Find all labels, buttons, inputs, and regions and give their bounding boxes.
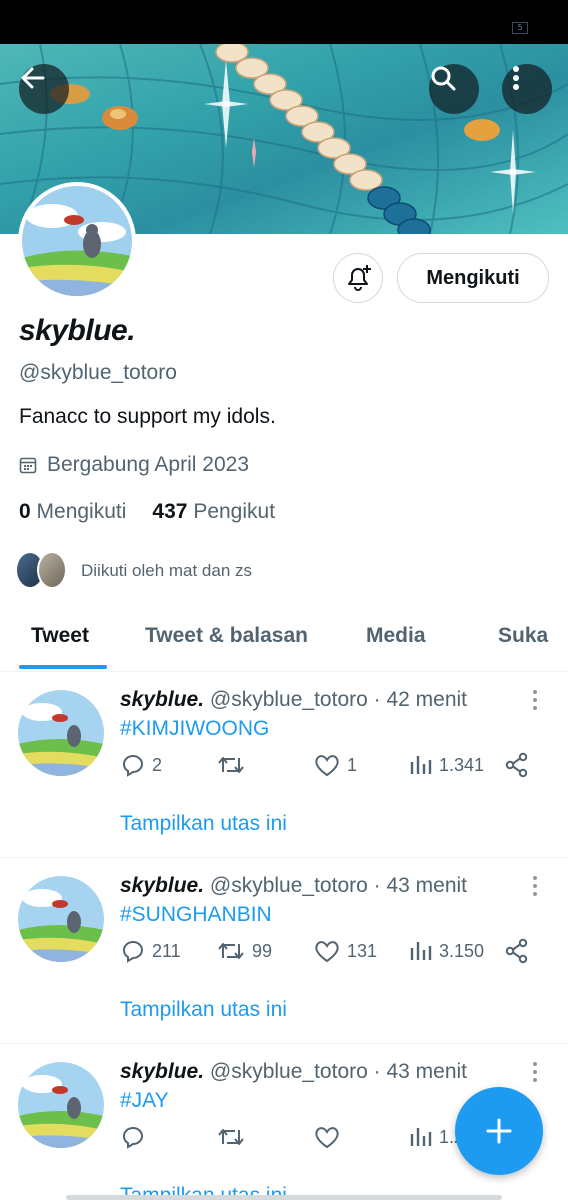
reply-count: 2 xyxy=(152,754,163,775)
follow-counts: 0 Mengikuti 437 Pengikut xyxy=(19,500,275,524)
following-label: Mengikuti xyxy=(36,500,127,523)
like-count: 1 xyxy=(347,754,358,775)
following-link[interactable]: 0 Mengikuti xyxy=(19,500,126,524)
views-icon xyxy=(410,756,432,774)
reply-button[interactable]: 2 xyxy=(120,752,162,778)
tweet-hashtag[interactable]: #KIMJIWOONG xyxy=(120,717,269,741)
retweet-icon xyxy=(218,943,244,959)
reply-icon xyxy=(123,1127,143,1149)
views-button[interactable]: 3.150 xyxy=(409,938,484,964)
followers-link[interactable]: 437 Pengikut xyxy=(152,500,275,524)
tweet-meta: @skyblue_totoro · 43 menit xyxy=(209,874,467,897)
views-icon xyxy=(410,942,432,960)
notify-button[interactable] xyxy=(333,253,383,303)
show-thread-link[interactable]: Tampilkan utas ini xyxy=(120,812,287,836)
followed-by-text: Diikuti oleh mat dan zs xyxy=(81,561,253,580)
follower-avatars xyxy=(15,551,67,591)
tweet-avatar[interactable] xyxy=(18,1062,104,1148)
tweet-more-icon[interactable] xyxy=(533,690,539,712)
display-name: skyblue. xyxy=(19,314,136,347)
share-button[interactable] xyxy=(504,752,530,778)
tweet-meta: @skyblue_totoro · 43 menit xyxy=(209,1060,467,1083)
retweet-button[interactable] xyxy=(216,752,252,778)
tab-tweet-replies[interactable]: Tweet & balasan xyxy=(145,604,308,672)
views-icon xyxy=(410,1128,432,1146)
tweet-avatar[interactable] xyxy=(18,690,104,776)
more-vertical-icon xyxy=(513,66,519,90)
profile-avatar[interactable] xyxy=(18,182,136,300)
tweet-more-icon[interactable] xyxy=(533,876,539,898)
arrow-left-icon xyxy=(21,67,45,89)
view-count: 3.150 xyxy=(439,940,485,961)
view-count: 1.341 xyxy=(439,754,485,775)
tweet-header: skyblue. @skyblue_totoro · 43 menit xyxy=(120,874,467,898)
profile-tabs: Tweet Tweet & balasan Media Suka xyxy=(0,604,568,672)
tab-tweet[interactable]: Tweet xyxy=(31,604,89,672)
joined-label: Bergabung April 2023 xyxy=(47,453,249,476)
reply-icon xyxy=(123,755,143,777)
tweet-author: skyblue. xyxy=(120,874,205,897)
profile-handle: @skyblue_totoro xyxy=(19,361,177,384)
retweet-button[interactable] xyxy=(216,1124,252,1150)
tweet-item[interactable]: skyblue. @skyblue_totoro · 42 menit #KIM… xyxy=(0,672,568,858)
retweet-count: 99 xyxy=(252,940,273,961)
reply-button[interactable]: 211 xyxy=(120,938,181,964)
share-icon xyxy=(505,938,528,964)
following-count: 0 xyxy=(19,500,31,523)
share-button[interactable] xyxy=(504,938,530,964)
tweet-item[interactable]: skyblue. @skyblue_totoro · 43 menit #SUN… xyxy=(0,858,568,1044)
calendar-icon xyxy=(19,457,37,474)
battery-icon: 5 xyxy=(512,22,528,34)
status-bar: 5 xyxy=(0,0,568,44)
tab-likes[interactable]: Suka xyxy=(498,604,548,672)
profile-bio: Fanacc to support my idols. xyxy=(19,405,276,428)
tweet-hashtag[interactable]: #SUNGHANBIN xyxy=(120,903,272,927)
following-button[interactable]: Mengikuti xyxy=(397,253,549,303)
like-count: 131 xyxy=(347,940,378,961)
more-options-button[interactable] xyxy=(502,64,552,114)
plus-icon xyxy=(486,1118,512,1144)
followed-by[interactable]: Diikuti oleh mat dan zs xyxy=(15,551,252,591)
like-button[interactable]: 131 xyxy=(313,938,377,964)
bell-plus-icon xyxy=(348,265,371,291)
retweet-button[interactable]: 99 xyxy=(216,938,272,964)
followers-count: 437 xyxy=(152,500,188,523)
tab-media[interactable]: Media xyxy=(366,604,426,672)
tab-indicator xyxy=(19,665,107,669)
tweet-author: skyblue. xyxy=(120,688,205,711)
tweet-header: skyblue. @skyblue_totoro · 43 menit xyxy=(120,1060,467,1084)
reply-button[interactable] xyxy=(120,1124,152,1150)
views-button[interactable]: 1.341 xyxy=(409,752,484,778)
show-thread-link[interactable]: Tampilkan utas ini xyxy=(120,998,287,1022)
joined-date: Bergabung April 2023 xyxy=(19,453,249,477)
reply-count: 211 xyxy=(152,940,181,961)
share-icon xyxy=(505,752,528,778)
heart-icon xyxy=(315,1127,339,1149)
retweet-icon xyxy=(218,1129,244,1145)
search-icon xyxy=(431,66,456,91)
heart-icon xyxy=(315,755,339,777)
followers-label: Pengikut xyxy=(193,500,276,523)
search-button[interactable] xyxy=(429,64,479,114)
tweet-hashtag[interactable]: #JAY xyxy=(120,1089,169,1113)
tweet-meta: @skyblue_totoro · 42 menit xyxy=(209,688,467,711)
heart-icon xyxy=(315,941,339,963)
like-button[interactable]: 1 xyxy=(313,752,357,778)
reply-icon xyxy=(123,941,143,963)
like-button[interactable] xyxy=(313,1124,347,1150)
home-indicator[interactable] xyxy=(66,1195,502,1200)
retweet-icon xyxy=(218,757,244,773)
tweet-author: skyblue. xyxy=(120,1060,205,1083)
back-button[interactable] xyxy=(19,64,69,114)
tweet-avatar[interactable] xyxy=(18,876,104,962)
tweet-more-icon[interactable] xyxy=(533,1062,539,1084)
tweet-header: skyblue. @skyblue_totoro · 42 menit xyxy=(120,688,467,712)
compose-button[interactable] xyxy=(455,1087,543,1175)
